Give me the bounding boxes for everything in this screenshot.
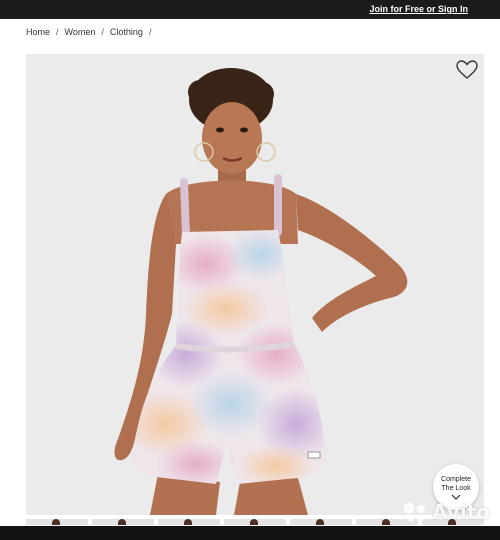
thumbnail-item[interactable]	[290, 519, 352, 525]
arm-right	[296, 194, 408, 332]
thumbnail-item[interactable]	[158, 519, 220, 525]
heart-outline-icon	[456, 60, 478, 79]
product-image[interactable]: Complete The Look	[26, 54, 484, 515]
breadcrumb-separator: /	[101, 27, 104, 37]
thumbnail-preview	[184, 519, 192, 525]
thumbnail-preview	[118, 519, 126, 525]
complete-look-line2: The Look	[441, 484, 471, 492]
thumbnail-item[interactable]	[224, 519, 286, 525]
breadcrumb-separator: /	[148, 27, 152, 37]
thumbnail-preview	[52, 519, 60, 525]
thumbnail-item[interactable]	[92, 519, 154, 525]
thumbnail-preview	[316, 519, 324, 525]
watermark: Avito	[401, 500, 490, 524]
top-bar: Join for Free or Sign In	[0, 0, 500, 19]
face-shape	[202, 102, 262, 174]
breadcrumb-separator: /	[56, 27, 59, 37]
thumbnail-item[interactable]	[26, 519, 88, 525]
model-photo	[114, 68, 408, 515]
thumbnail-preview	[250, 519, 258, 525]
sign-in-link[interactable]: Join for Free or Sign In	[369, 4, 468, 14]
complete-look-line1: Complete	[441, 475, 471, 483]
breadcrumb: Home / Women / Clothing /	[26, 27, 157, 37]
breadcrumb-women[interactable]: Women	[65, 27, 96, 37]
bottom-bar	[0, 526, 500, 540]
breadcrumb-clothing[interactable]: Clothing	[110, 27, 143, 37]
avito-dots-icon	[403, 502, 426, 522]
watermark-text: Avito	[432, 500, 490, 524]
chevron-down-icon	[451, 494, 461, 500]
breadcrumb-home[interactable]: Home	[26, 27, 50, 37]
favorite-button[interactable]	[456, 60, 478, 80]
thumbnail-preview	[382, 519, 390, 525]
